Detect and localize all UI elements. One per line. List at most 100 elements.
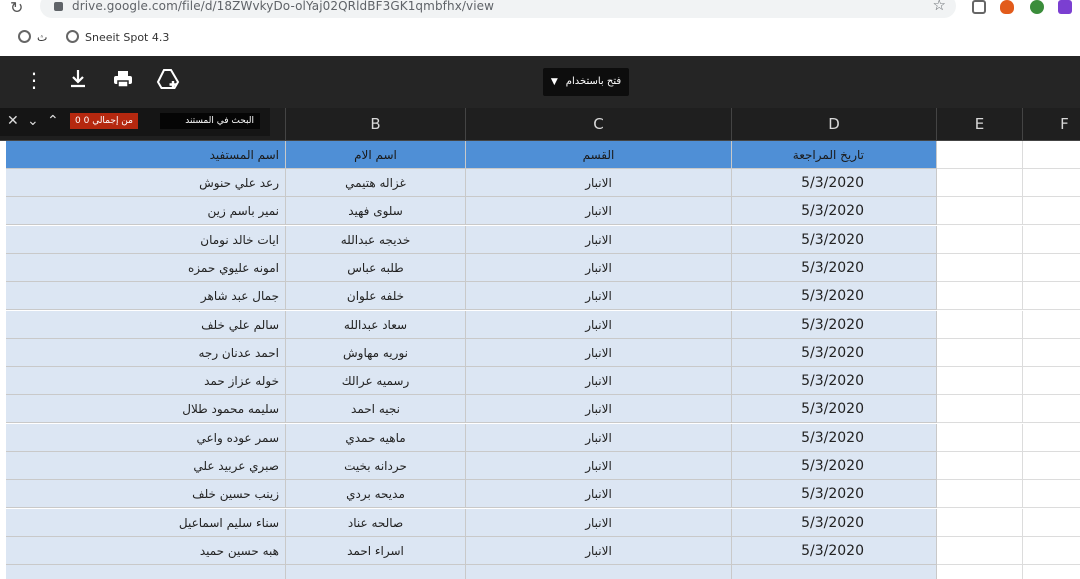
cell-mother-name[interactable]: مديحه بردي	[286, 480, 466, 509]
download-icon[interactable]	[66, 68, 90, 95]
cell-department[interactable]: الانبار	[466, 395, 732, 424]
cell-department[interactable]	[466, 565, 732, 579]
extension-icon-flame[interactable]	[1000, 0, 1014, 14]
cell-review-date[interactable]: 5/3/2020	[732, 253, 937, 282]
empty-cell[interactable]	[937, 367, 1023, 396]
cell-beneficiary-name[interactable]: سمر عوده واعي	[6, 423, 286, 452]
cell-mother-name[interactable]: خديجه عبدالله	[286, 225, 466, 254]
empty-cell[interactable]	[1023, 536, 1080, 565]
cell-mother-name[interactable]: ماهيه حمدي	[286, 423, 466, 452]
empty-cell[interactable]	[937, 536, 1023, 565]
empty-cell[interactable]	[937, 253, 1023, 282]
empty-cell[interactable]	[937, 197, 1023, 226]
find-input[interactable]: البحث في المستند	[160, 113, 260, 129]
cell-beneficiary-name[interactable]: رعد علي حنوش	[6, 169, 286, 197]
empty-cell[interactable]	[937, 423, 1023, 452]
cell-review-date[interactable]: 5/3/2020	[732, 367, 937, 396]
empty-cell[interactable]	[937, 225, 1023, 254]
cell-mother-name[interactable]: نجيه احمد	[286, 395, 466, 424]
cell-beneficiary-name[interactable]: سناء سليم اسماعيل	[6, 508, 286, 537]
url-text[interactable]: drive.google.com/file/d/18ZWvkyDo-olYaj0…	[72, 0, 494, 13]
cell-beneficiary-name[interactable]: ايات خالد نومان	[6, 225, 286, 254]
cell-department[interactable]: الانبار	[466, 282, 732, 311]
empty-cell[interactable]	[1023, 338, 1080, 367]
cell-mother-name[interactable]: حردانه بخيت	[286, 452, 466, 480]
empty-cell[interactable]	[1023, 225, 1080, 254]
cell-beneficiary-name[interactable]: امونه عليوي حمزه	[6, 253, 286, 282]
empty-cell[interactable]	[937, 169, 1023, 197]
header-review-date[interactable]: تاريخ المراجعة	[732, 141, 937, 169]
cell-beneficiary-name[interactable]: نمير باسم زين	[6, 197, 286, 226]
cell-review-date[interactable]: 5/3/2020	[732, 310, 937, 339]
bookmark-item[interactable]: Sneeit Spot 4.3	[66, 30, 169, 44]
cell-review-date[interactable]: 5/3/2020	[732, 338, 937, 367]
reload-icon[interactable]: ↻	[10, 0, 23, 17]
empty-cell[interactable]	[937, 395, 1023, 424]
cell-department[interactable]: الانبار	[466, 169, 732, 197]
cell-review-date[interactable]: 5/3/2020	[732, 197, 937, 226]
cell-mother-name[interactable]: سعاد عبدالله	[286, 310, 466, 339]
empty-cell[interactable]	[1023, 282, 1080, 311]
cell-department[interactable]: الانبار	[466, 423, 732, 452]
print-icon[interactable]	[111, 68, 135, 95]
column-header-c[interactable]: C	[466, 108, 732, 141]
empty-cell[interactable]	[1023, 565, 1080, 579]
cell-department[interactable]: الانبار	[466, 338, 732, 367]
empty-cell[interactable]	[937, 141, 1023, 169]
cell-department[interactable]: الانبار	[466, 225, 732, 254]
empty-cell[interactable]	[1023, 367, 1080, 396]
cell-review-date[interactable]: 5/3/2020	[732, 480, 937, 509]
add-to-drive-icon[interactable]	[156, 68, 180, 95]
empty-cell[interactable]	[1023, 395, 1080, 424]
chevron-down-icon[interactable]: ⌄	[27, 111, 39, 131]
cell-mother-name[interactable]: اسراء احمد	[286, 536, 466, 565]
empty-cell[interactable]	[937, 310, 1023, 339]
cell-department[interactable]: الانبار	[466, 253, 732, 282]
bookmark-star-icon[interactable]: ☆	[933, 0, 946, 14]
extension-icon-globe[interactable]	[1030, 0, 1044, 14]
cell-mother-name[interactable]: غزاله هتيمي	[286, 169, 466, 197]
cell-beneficiary-name[interactable]: احمد عدنان رجه	[6, 338, 286, 367]
cell-beneficiary-name[interactable]	[6, 565, 286, 579]
column-header-b[interactable]: B	[286, 108, 466, 141]
cell-review-date[interactable]: 5/3/2020	[732, 423, 937, 452]
empty-cell[interactable]	[937, 282, 1023, 311]
cell-review-date[interactable]	[732, 565, 937, 579]
cell-mother-name[interactable]: رسميه عرالك	[286, 367, 466, 396]
cell-mother-name[interactable]: طلبه عباس	[286, 253, 466, 282]
cell-mother-name[interactable]	[286, 565, 466, 579]
header-beneficiary-name[interactable]: اسم المستفيد	[6, 141, 286, 169]
empty-cell[interactable]	[937, 565, 1023, 579]
more-options-icon[interactable]: ⋮	[22, 68, 46, 92]
empty-cell[interactable]	[1023, 310, 1080, 339]
cell-department[interactable]: الانبار	[466, 536, 732, 565]
bookmark-item[interactable]: ث	[18, 30, 47, 44]
cell-department[interactable]: الانبار	[466, 367, 732, 396]
cell-beneficiary-name[interactable]: سليمه محمود طلال	[6, 395, 286, 424]
cell-review-date[interactable]: 5/3/2020	[732, 225, 937, 254]
cell-beneficiary-name[interactable]: خوله عزاز حمد	[6, 367, 286, 396]
cell-department[interactable]: الانبار	[466, 310, 732, 339]
cell-beneficiary-name[interactable]: سالم علي خلف	[6, 310, 286, 339]
column-header-f[interactable]: F	[1023, 108, 1080, 141]
empty-cell[interactable]	[1023, 452, 1080, 480]
cell-mother-name[interactable]: نوريه مهاوش	[286, 338, 466, 367]
cell-mother-name[interactable]: خلفه علوان	[286, 282, 466, 311]
empty-cell[interactable]	[937, 508, 1023, 537]
chevron-up-icon[interactable]: ⌃	[47, 111, 59, 131]
empty-cell[interactable]	[1023, 141, 1080, 169]
header-mother-name[interactable]: اسم الام	[286, 141, 466, 169]
empty-cell[interactable]	[937, 480, 1023, 509]
cell-department[interactable]: الانبار	[466, 480, 732, 509]
cell-beneficiary-name[interactable]: زينب حسين خلف	[6, 480, 286, 509]
column-header-e[interactable]: E	[937, 108, 1023, 141]
cell-department[interactable]: الانبار	[466, 197, 732, 226]
extension-icon-screen[interactable]	[972, 0, 986, 14]
empty-cell[interactable]	[1023, 423, 1080, 452]
cell-review-date[interactable]: 5/3/2020	[732, 452, 937, 480]
cell-review-date[interactable]: 5/3/2020	[732, 282, 937, 311]
cell-review-date[interactable]: 5/3/2020	[732, 395, 937, 424]
empty-cell[interactable]	[1023, 480, 1080, 509]
header-department[interactable]: القسم	[466, 141, 732, 169]
empty-cell[interactable]	[1023, 197, 1080, 226]
